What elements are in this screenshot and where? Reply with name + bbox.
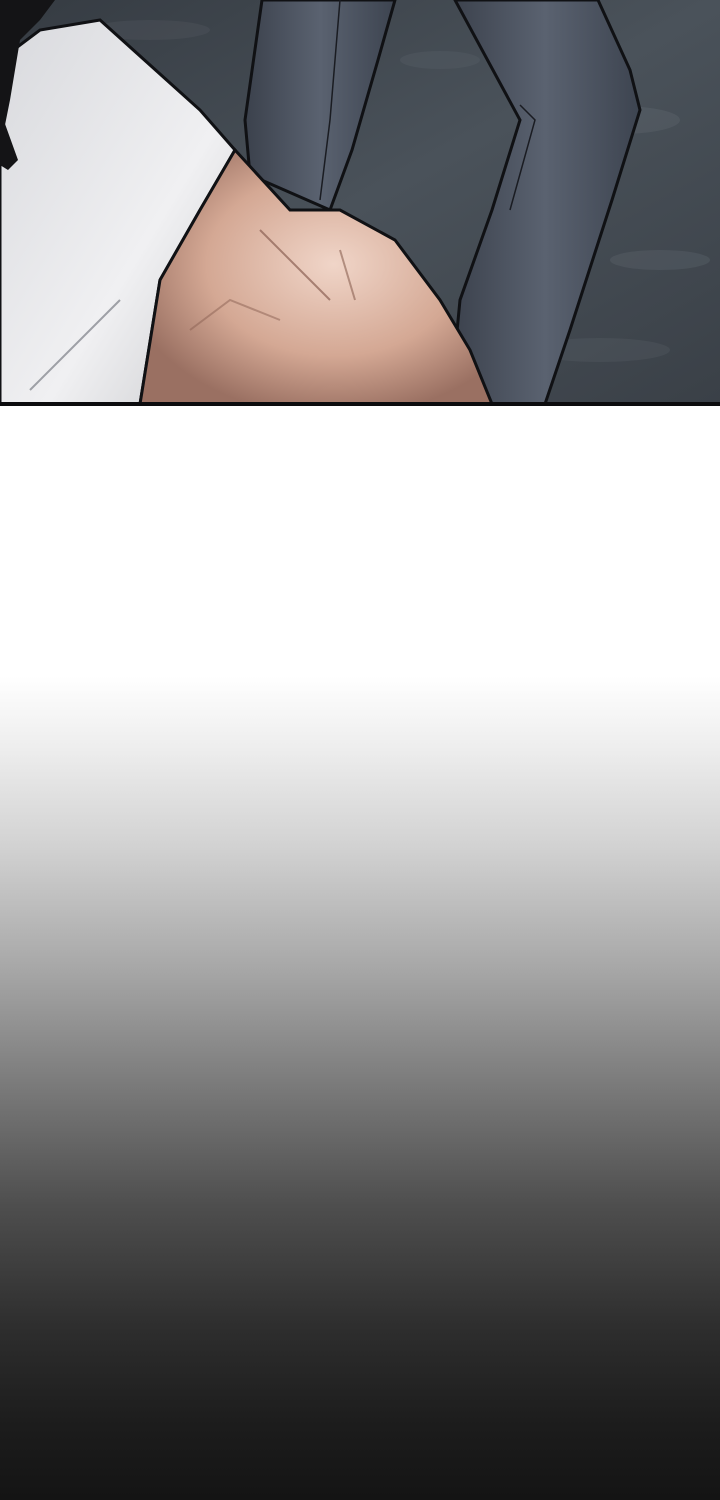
comic-panel xyxy=(0,0,720,404)
comic-page xyxy=(0,0,720,1500)
panel-illustration xyxy=(0,0,720,404)
page-gutter-fade xyxy=(0,406,720,1500)
